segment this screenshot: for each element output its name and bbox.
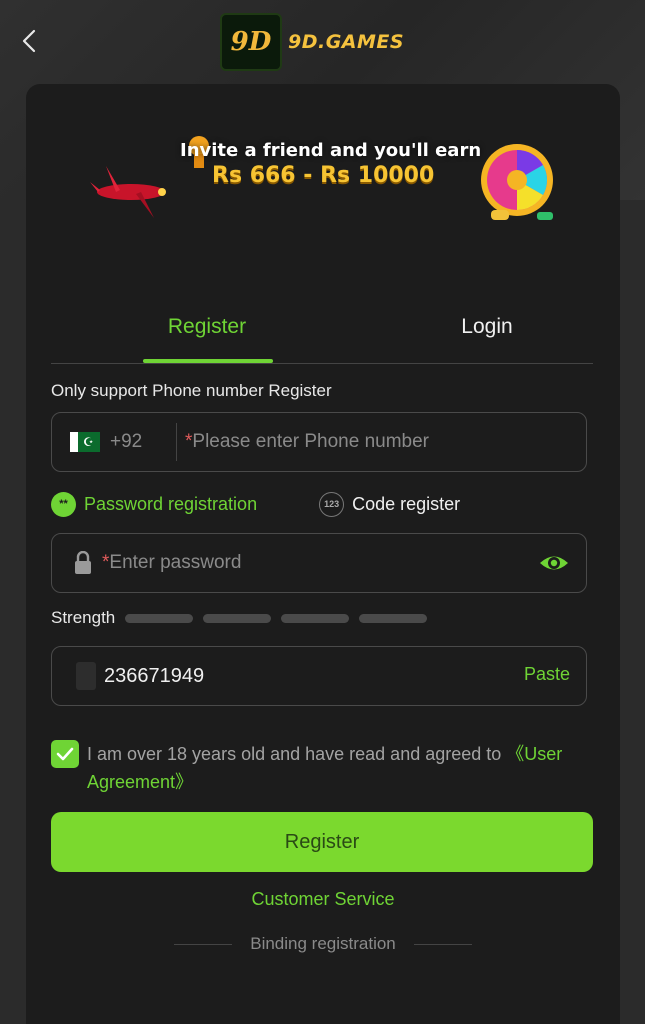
chevron-left-icon <box>22 29 36 53</box>
back-button[interactable] <box>14 24 44 58</box>
strength-bar <box>281 613 350 623</box>
field-divider <box>176 423 177 461</box>
register-button[interactable]: Register <box>51 812 593 872</box>
binding-registration: Binding registration <box>26 934 620 954</box>
password-dots-icon: ** <box>51 491 76 517</box>
invite-code-icon <box>76 662 96 690</box>
strength-bar <box>359 613 428 623</box>
agreement-statement: I am over 18 years old and have read and… <box>87 744 507 764</box>
registration-method-options: ** Password registration 123 Code regist… <box>51 488 585 520</box>
paste-button[interactable]: Paste <box>524 664 570 685</box>
customer-service-link[interactable]: Customer Service <box>26 889 620 910</box>
required-mark: * <box>185 431 193 452</box>
tab-login[interactable]: Login <box>387 315 587 339</box>
invite-code-field[interactable]: 236671949 Paste <box>51 646 587 706</box>
required-mark: * <box>102 552 110 573</box>
checkmark-icon <box>56 747 74 761</box>
invite-code-input[interactable]: 236671949 <box>104 665 204 688</box>
password-input[interactable]: Enter password <box>109 552 241 574</box>
code-register-option[interactable]: 123 Code register <box>319 491 461 517</box>
agreement-text: I am over 18 years old and have read and… <box>87 740 587 796</box>
register-card: Invite a friend and you'll earn Rs 666 -… <box>26 84 620 1024</box>
password-registration-option[interactable]: ** Password registration <box>51 491 258 517</box>
invite-banner[interactable]: Invite a friend and you'll earn Rs 666 -… <box>86 134 566 244</box>
active-tab-indicator <box>143 359 273 363</box>
agreement-row: I am over 18 years old and have read and… <box>51 740 591 796</box>
divider-line <box>413 943 472 945</box>
country-code[interactable]: +92 <box>110 431 170 453</box>
number-code-icon: 123 <box>319 491 345 517</box>
divider-line <box>174 943 233 945</box>
banner-headline: Invite a friend and you'll earn <box>180 140 482 161</box>
lock-icon <box>72 550 94 576</box>
code-register-label: Code register <box>352 493 461 514</box>
prize-wheel-icon <box>481 144 553 220</box>
brand-logo: 9D 9D.GAMES <box>220 13 404 71</box>
phone-input[interactable]: Please enter Phone number <box>192 431 429 453</box>
top-bar: 9D 9D.GAMES <box>0 0 645 84</box>
airplane-icon <box>90 166 166 218</box>
logo-badge: 9D <box>220 13 282 71</box>
password-registration-label: Password registration <box>84 493 258 514</box>
banner-text: Invite a friend and you'll earn Rs 666 -… <box>180 140 481 188</box>
eye-icon[interactable] <box>538 548 570 578</box>
agreement-checkbox[interactable] <box>51 740 79 768</box>
register-info-text: Only support Phone number Register <box>51 381 332 400</box>
strength-label: Strength <box>51 608 116 627</box>
binding-registration-label[interactable]: Binding registration <box>250 934 396 954</box>
strength-bar <box>125 613 194 623</box>
strength-bar <box>203 613 272 623</box>
phone-field[interactable]: ☪ +92 * Please enter Phone number <box>51 412 587 472</box>
logo-text: 9D.GAMES <box>288 31 405 53</box>
pakistan-flag-icon[interactable]: ☪ <box>70 432 100 452</box>
password-field[interactable]: * Enter password <box>51 533 587 593</box>
password-strength: Strength <box>51 608 437 628</box>
banner-amount: Rs 666 - Rs 10000 <box>212 163 435 188</box>
auth-tabs: Register Login <box>51 299 593 364</box>
tab-register[interactable]: Register <box>107 315 307 339</box>
